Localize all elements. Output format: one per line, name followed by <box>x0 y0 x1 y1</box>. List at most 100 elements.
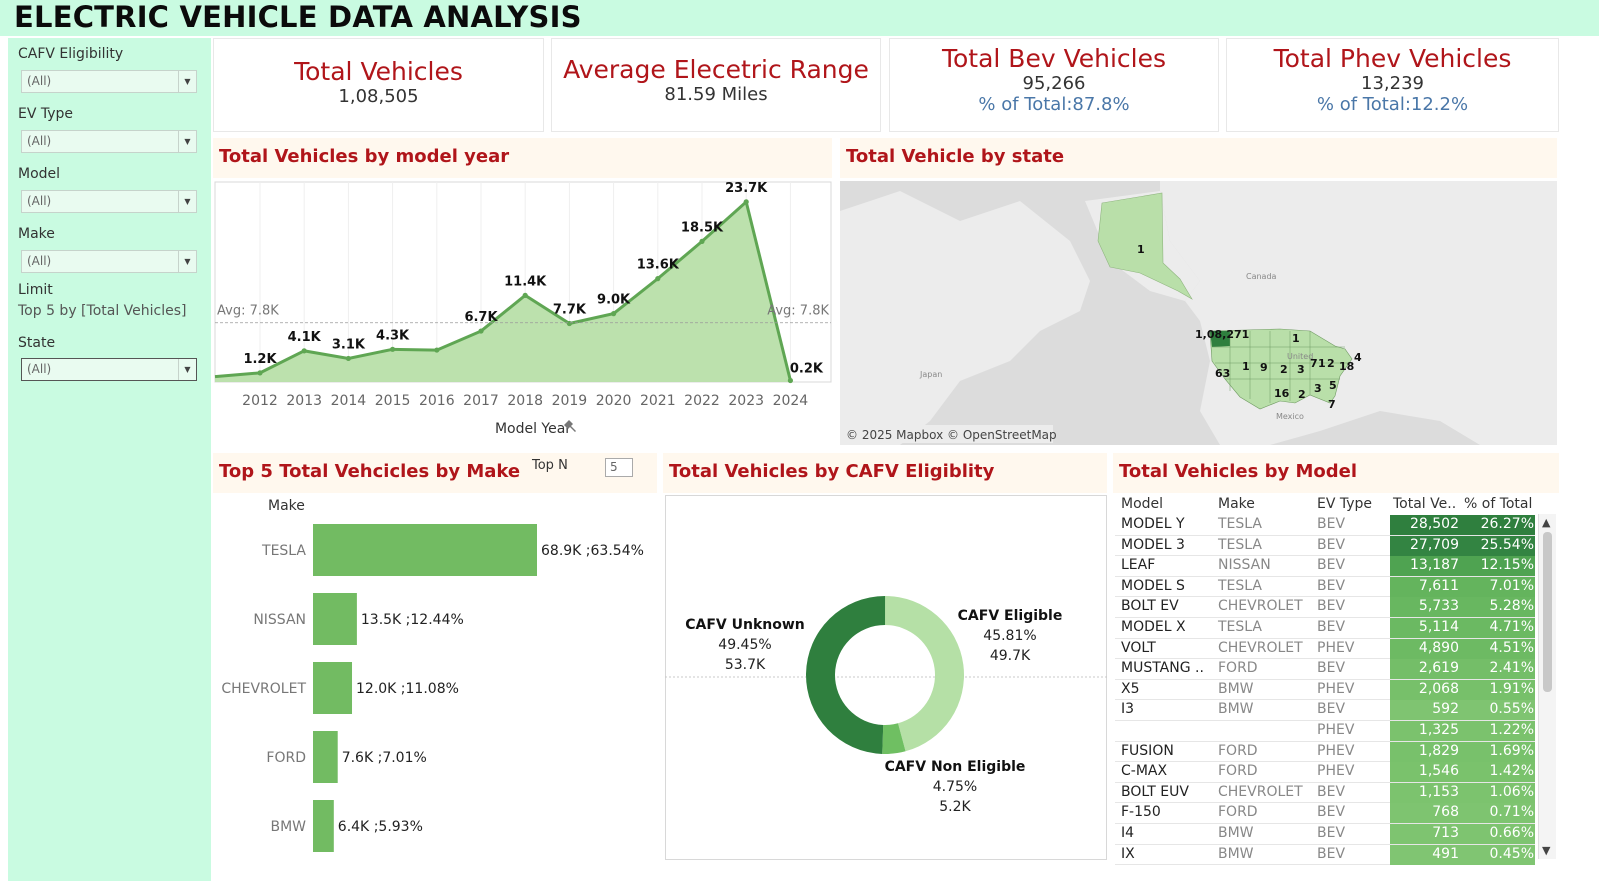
make-bar[interactable] <box>313 800 334 852</box>
col-header-total[interactable]: Total Ve.. <box>1393 496 1456 512</box>
cell-evtype: BEV <box>1317 557 1346 574</box>
cafv-chart-title: Total Vehicles by CAFV Eligiblity <box>669 461 995 482</box>
table-row[interactable]: LEAF NISSAN BEV 13,187 12.15% <box>1115 556 1535 577</box>
data-point[interactable] <box>611 311 617 317</box>
data-point[interactable] <box>390 346 396 352</box>
data-label: 7.7K <box>553 302 587 317</box>
map-label: 18 <box>1339 360 1354 373</box>
data-point[interactable] <box>787 377 794 384</box>
evtype-filter-dropdown[interactable]: (All) ▼ <box>21 130 197 153</box>
table-row[interactable]: VOLT CHEVROLET PHEV 4,890 4.51% <box>1115 638 1535 660</box>
cell-evtype: BEV <box>1317 516 1346 532</box>
table-row[interactable]: MUSTANG .. FORD BEV 2,619 2.41% <box>1115 659 1535 680</box>
year-area-chart[interactable]: Avg: 7.8K Avg: 7.8K 1.2K 4.1K 3.1K 4.3K 6.7K 11… <box>213 180 833 445</box>
kpi-phev-title: Total Phev Vehicles <box>1273 44 1512 73</box>
average-label-right: Avg: 7.8K <box>767 304 829 319</box>
topn-input[interactable]: 5 <box>605 458 633 477</box>
table-row[interactable]: FUSION FORD PHEV 1,829 1.69% <box>1115 741 1535 763</box>
cell-total: 768 <box>1432 804 1459 821</box>
col-header-evtype[interactable]: EV Type <box>1317 496 1372 512</box>
cell-make: BMW <box>1218 701 1254 718</box>
map-label: 1 <box>1137 243 1145 256</box>
data-point[interactable] <box>655 276 661 282</box>
make-filter-value: (All) <box>27 254 52 268</box>
table-row[interactable]: I3 BMW BEV 592 0.55% <box>1115 700 1535 721</box>
map-place-name: Mexico <box>1276 412 1304 421</box>
data-point[interactable] <box>566 320 572 327</box>
chevron-down-icon[interactable]: ▼ <box>178 71 196 92</box>
map-label: 9 <box>1260 361 1268 374</box>
data-point[interactable] <box>699 238 705 244</box>
cell-total: 2,619 <box>1418 660 1459 677</box>
data-label: 1.2K <box>243 352 277 367</box>
make-bar[interactable] <box>313 662 353 714</box>
table-scrollbar[interactable]: ▲ ▼ <box>1538 514 1556 859</box>
chevron-down-icon[interactable]: ▼ <box>178 191 196 212</box>
table-row[interactable]: MODEL X TESLA BEV 5,114 4.71% <box>1115 618 1535 639</box>
cell-evtype: BEV <box>1317 783 1346 800</box>
table-row[interactable]: F-150 FORD BEV 768 0.71% <box>1115 803 1535 824</box>
make-bar[interactable] <box>313 524 537 576</box>
donut-slice[interactable] <box>805 596 886 754</box>
cell-total: 4,890 <box>1418 639 1459 656</box>
table-row[interactable]: X5 BMW PHEV 2,068 1.91% <box>1115 679 1535 701</box>
cell-pct: 0.55% <box>1489 701 1534 718</box>
cell-model: VOLT <box>1121 639 1156 656</box>
data-point[interactable] <box>522 292 528 298</box>
data-point[interactable] <box>257 370 263 376</box>
slice-pct-label: 45.81% <box>983 628 1036 644</box>
cell-evtype: PHEV <box>1317 763 1355 780</box>
make-bar[interactable] <box>313 593 357 645</box>
table-row[interactable]: C-MAX FORD PHEV 1,546 1.42% <box>1115 762 1535 783</box>
scroll-down-icon[interactable]: ▼ <box>1542 844 1550 857</box>
chevron-down-icon[interactable]: ▼ <box>178 131 196 152</box>
data-point[interactable] <box>743 199 749 205</box>
col-header-model[interactable]: Model <box>1121 496 1163 512</box>
cell-total: 592 <box>1432 701 1459 718</box>
map-place-name: Canada <box>1246 272 1277 281</box>
col-header-make[interactable]: Make <box>1218 496 1255 512</box>
table-row[interactable]: MODEL Y TESLA BEV 28,502 26.27% <box>1115 515 1535 536</box>
chevron-down-icon[interactable]: ▼ <box>178 251 196 272</box>
table-row[interactable]: BOLT EUV CHEVROLET BEV 1,153 1.06% <box>1115 782 1535 804</box>
make-category-label: NISSAN <box>253 612 306 628</box>
data-point[interactable] <box>345 355 351 362</box>
data-point[interactable] <box>478 328 484 334</box>
table-row[interactable]: I4 BMW BEV 713 0.66% <box>1115 824 1535 845</box>
cell-make: FORD <box>1218 804 1258 821</box>
table-row[interactable]: MODEL 3 TESLA BEV 27,709 25.54% <box>1115 535 1535 557</box>
scroll-up-icon[interactable]: ▲ <box>1542 516 1550 529</box>
make-filter-dropdown[interactable]: (All) ▼ <box>21 250 197 273</box>
table-row[interactable]: IX BMW BEV 491 0.45% <box>1115 844 1535 866</box>
map-copyright: © 2025 Mapbox © OpenStreetMap <box>846 428 1057 442</box>
kpi-average-range: Average Elecetric Range 81.59 Miles <box>551 38 881 132</box>
cell-model: IX <box>1121 845 1135 862</box>
col-header-pct[interactable]: % of Total <box>1464 496 1532 512</box>
state-filter-dropdown[interactable]: (All) ▼ <box>21 358 197 381</box>
cafv-donut-chart[interactable]: CAFV Eligible 45.81% 49.7K CAFV Non Eligibl… <box>665 495 1107 860</box>
cell-model: MUSTANG .. <box>1121 660 1204 677</box>
make-category-label: CHEVROLET <box>221 681 306 697</box>
kpi-range-title: Average Elecetric Range <box>563 55 869 84</box>
data-point[interactable] <box>434 347 440 353</box>
cell-make: TESLA <box>1218 516 1262 532</box>
cafv-filter-dropdown[interactable]: (All) ▼ <box>21 70 197 93</box>
slice-value-label: 5.2K <box>939 799 971 815</box>
table-row[interactable]: MODEL S TESLA BEV 7,611 7.01% <box>1115 576 1535 598</box>
model-filter-dropdown[interactable]: (All) ▼ <box>21 190 197 213</box>
make-bar-chart[interactable]: Make TESLA 68.9K ;63.54% NISSAN 13.5K ;12.44… <box>213 493 657 863</box>
make-bar[interactable] <box>313 731 338 783</box>
make-category-label: TESLA <box>261 543 306 559</box>
cell-evtype: BEV <box>1317 598 1346 615</box>
data-label: 11.4K <box>504 274 547 289</box>
cafv-filter-value: (All) <box>27 74 52 88</box>
data-point[interactable] <box>301 348 307 354</box>
map-label: 1,08,271 <box>1195 328 1249 341</box>
scroll-thumb[interactable] <box>1543 532 1552 692</box>
chevron-down-icon[interactable]: ▼ <box>178 359 196 380</box>
table-row[interactable]: BOLT EV CHEVROLET BEV 5,733 5.28% <box>1115 597 1535 618</box>
cell-evtype: PHEV <box>1317 722 1355 738</box>
make-chart-title: Top 5 Total Vehcicles by Make <box>219 461 521 482</box>
table-row[interactable]: PHEV 1,325 1.22% <box>1115 721 1535 742</box>
x-tick-label: 2024 <box>773 393 809 409</box>
